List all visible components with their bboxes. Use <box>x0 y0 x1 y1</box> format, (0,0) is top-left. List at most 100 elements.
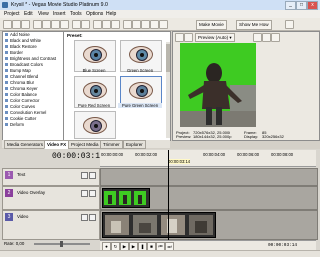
menu-view[interactable]: View <box>38 11 49 17</box>
background-video-clip[interactable] <box>102 212 216 238</box>
tab-video-fx[interactable]: Video FX <box>44 140 70 149</box>
timecode-display: 00:00:03:14 <box>52 152 105 161</box>
playhead-cursor[interactable] <box>168 150 169 240</box>
save-snapshot-icon[interactable] <box>262 33 271 42</box>
track-number: 2 <box>5 189 13 197</box>
close-button[interactable]: x <box>307 1 318 10</box>
ruler-tick-label: 00:00:06:00 <box>237 152 260 157</box>
grid-icon[interactable] <box>271 33 280 42</box>
eye-image <box>129 82 153 99</box>
open-icon[interactable] <box>12 20 21 29</box>
minimize-button[interactable]: _ <box>285 1 296 10</box>
list-item[interactable]: Deform <box>5 122 24 128</box>
fx-label: Black and White <box>10 38 42 43</box>
green-screen-clip-thumbnails <box>104 191 146 205</box>
presets-panel: Preset: Blue Screen Green Screen Pure Re… <box>63 31 171 141</box>
fx-label: Channel Blend <box>10 74 39 79</box>
snap-icon[interactable] <box>93 20 102 29</box>
iris <box>90 120 102 132</box>
track-header[interactable]: 1 Text <box>2 168 100 186</box>
tab-project-media[interactable]: Project Media <box>68 140 102 149</box>
menu-insert[interactable]: Insert <box>53 11 66 17</box>
eye-image <box>83 46 107 63</box>
solo-icon[interactable] <box>89 190 96 197</box>
tab-trimmer[interactable]: Trimmer <box>100 140 123 149</box>
envelope-tool-icon[interactable] <box>132 20 141 29</box>
fx-icon <box>5 117 8 121</box>
normal-edit-tool-icon[interactable] <box>123 20 132 29</box>
tab-explorer[interactable]: Explorer <box>123 140 146 149</box>
maximize-button[interactable]: □ <box>296 1 307 10</box>
track-header[interactable]: 2 Video Overlay <box>2 186 100 210</box>
eye-image <box>83 117 107 134</box>
copy-icon[interactable] <box>42 20 51 29</box>
mute-icon[interactable] <box>81 214 88 221</box>
menu-tools[interactable]: Tools <box>70 11 82 17</box>
selection-tool-icon[interactable] <box>141 20 150 29</box>
iris <box>136 85 148 97</box>
new-project-icon[interactable] <box>3 20 12 29</box>
window-docking-tabs: Media Generators Video FX Project Media … <box>2 140 170 149</box>
fx-icon <box>5 45 8 49</box>
make-movie-button[interactable]: Make Movie <box>196 20 227 30</box>
fx-icon <box>5 75 8 79</box>
undo-icon[interactable] <box>72 20 81 29</box>
track-header[interactable]: 3 Video <box>2 210 100 240</box>
save-icon[interactable] <box>21 20 30 29</box>
menu-project[interactable]: Project <box>4 11 20 17</box>
menu-options[interactable]: Options <box>86 11 103 17</box>
menu-help[interactable]: Help <box>106 11 116 17</box>
track-name: Text <box>17 172 26 177</box>
fx-icon <box>5 63 8 67</box>
copy-snapshot-icon[interactable] <box>253 33 262 42</box>
preset-thumbnail[interactable] <box>74 111 116 139</box>
video-fx-list: Add Noise Black and White Black Restore … <box>2 31 64 141</box>
fx-label: Broadcast Colors <box>10 62 43 67</box>
redo-icon[interactable] <box>81 20 90 29</box>
show-me-how-button[interactable]: Show Me How <box>236 20 272 30</box>
mute-icon[interactable] <box>81 190 88 197</box>
track-number: 1 <box>5 171 13 179</box>
solo-icon[interactable] <box>89 214 96 221</box>
make-movie-label: Make Movie <box>199 22 224 27</box>
preview-quality-dropdown[interactable]: Preview (Auto) ▾ <box>195 33 235 42</box>
pupil <box>94 124 98 128</box>
pupil <box>140 89 144 93</box>
preset-label: Pure Red Screen <box>77 103 111 108</box>
cursor-time-label: 00:00:03:14 <box>168 159 191 164</box>
rate-label: Rate: 0,00 <box>4 241 25 246</box>
fx-label: Brightness and Contrast <box>10 56 57 61</box>
pupil <box>94 89 98 93</box>
menu-edit[interactable]: Edit <box>24 11 33 17</box>
scrollbar-thumb[interactable] <box>166 44 170 72</box>
rate-slider-handle[interactable] <box>60 241 63 247</box>
fx-icon <box>5 81 8 85</box>
trim-icon[interactable] <box>111 20 120 29</box>
paste-icon[interactable] <box>51 20 60 29</box>
cut-icon[interactable] <box>33 20 42 29</box>
fx-icon <box>5 111 8 115</box>
overlay-clip[interactable] <box>102 188 150 208</box>
split-screen-icon[interactable] <box>184 33 193 42</box>
tab-media-generators[interactable]: Media Generators <box>4 140 47 149</box>
fx-label: Color Corrector <box>10 98 40 103</box>
ruler-tick-label: 00:00:02:00 <box>135 152 158 157</box>
fx-label: Color Curves <box>10 104 36 109</box>
delete-icon[interactable] <box>60 20 69 29</box>
video-output-icon[interactable] <box>175 33 184 42</box>
window-title: Krysil * - Vegas Movie Studio Platinum 9… <box>11 2 108 8</box>
fx-icon <box>5 105 8 109</box>
split-icon[interactable] <box>102 20 111 29</box>
fx-label: Add Noise <box>10 32 30 37</box>
fx-icon <box>5 87 8 91</box>
auto-ripple-icon[interactable] <box>159 20 168 29</box>
preset-label: Pure Green Screen <box>118 103 162 108</box>
track-lane-text[interactable] <box>100 168 318 186</box>
solo-icon[interactable] <box>89 172 96 179</box>
iris <box>136 49 148 61</box>
fx-icon <box>5 69 8 73</box>
iris <box>90 85 102 97</box>
zoom-tool-icon[interactable] <box>150 20 159 29</box>
mute-icon[interactable] <box>81 172 88 179</box>
help-icon[interactable] <box>285 20 294 29</box>
